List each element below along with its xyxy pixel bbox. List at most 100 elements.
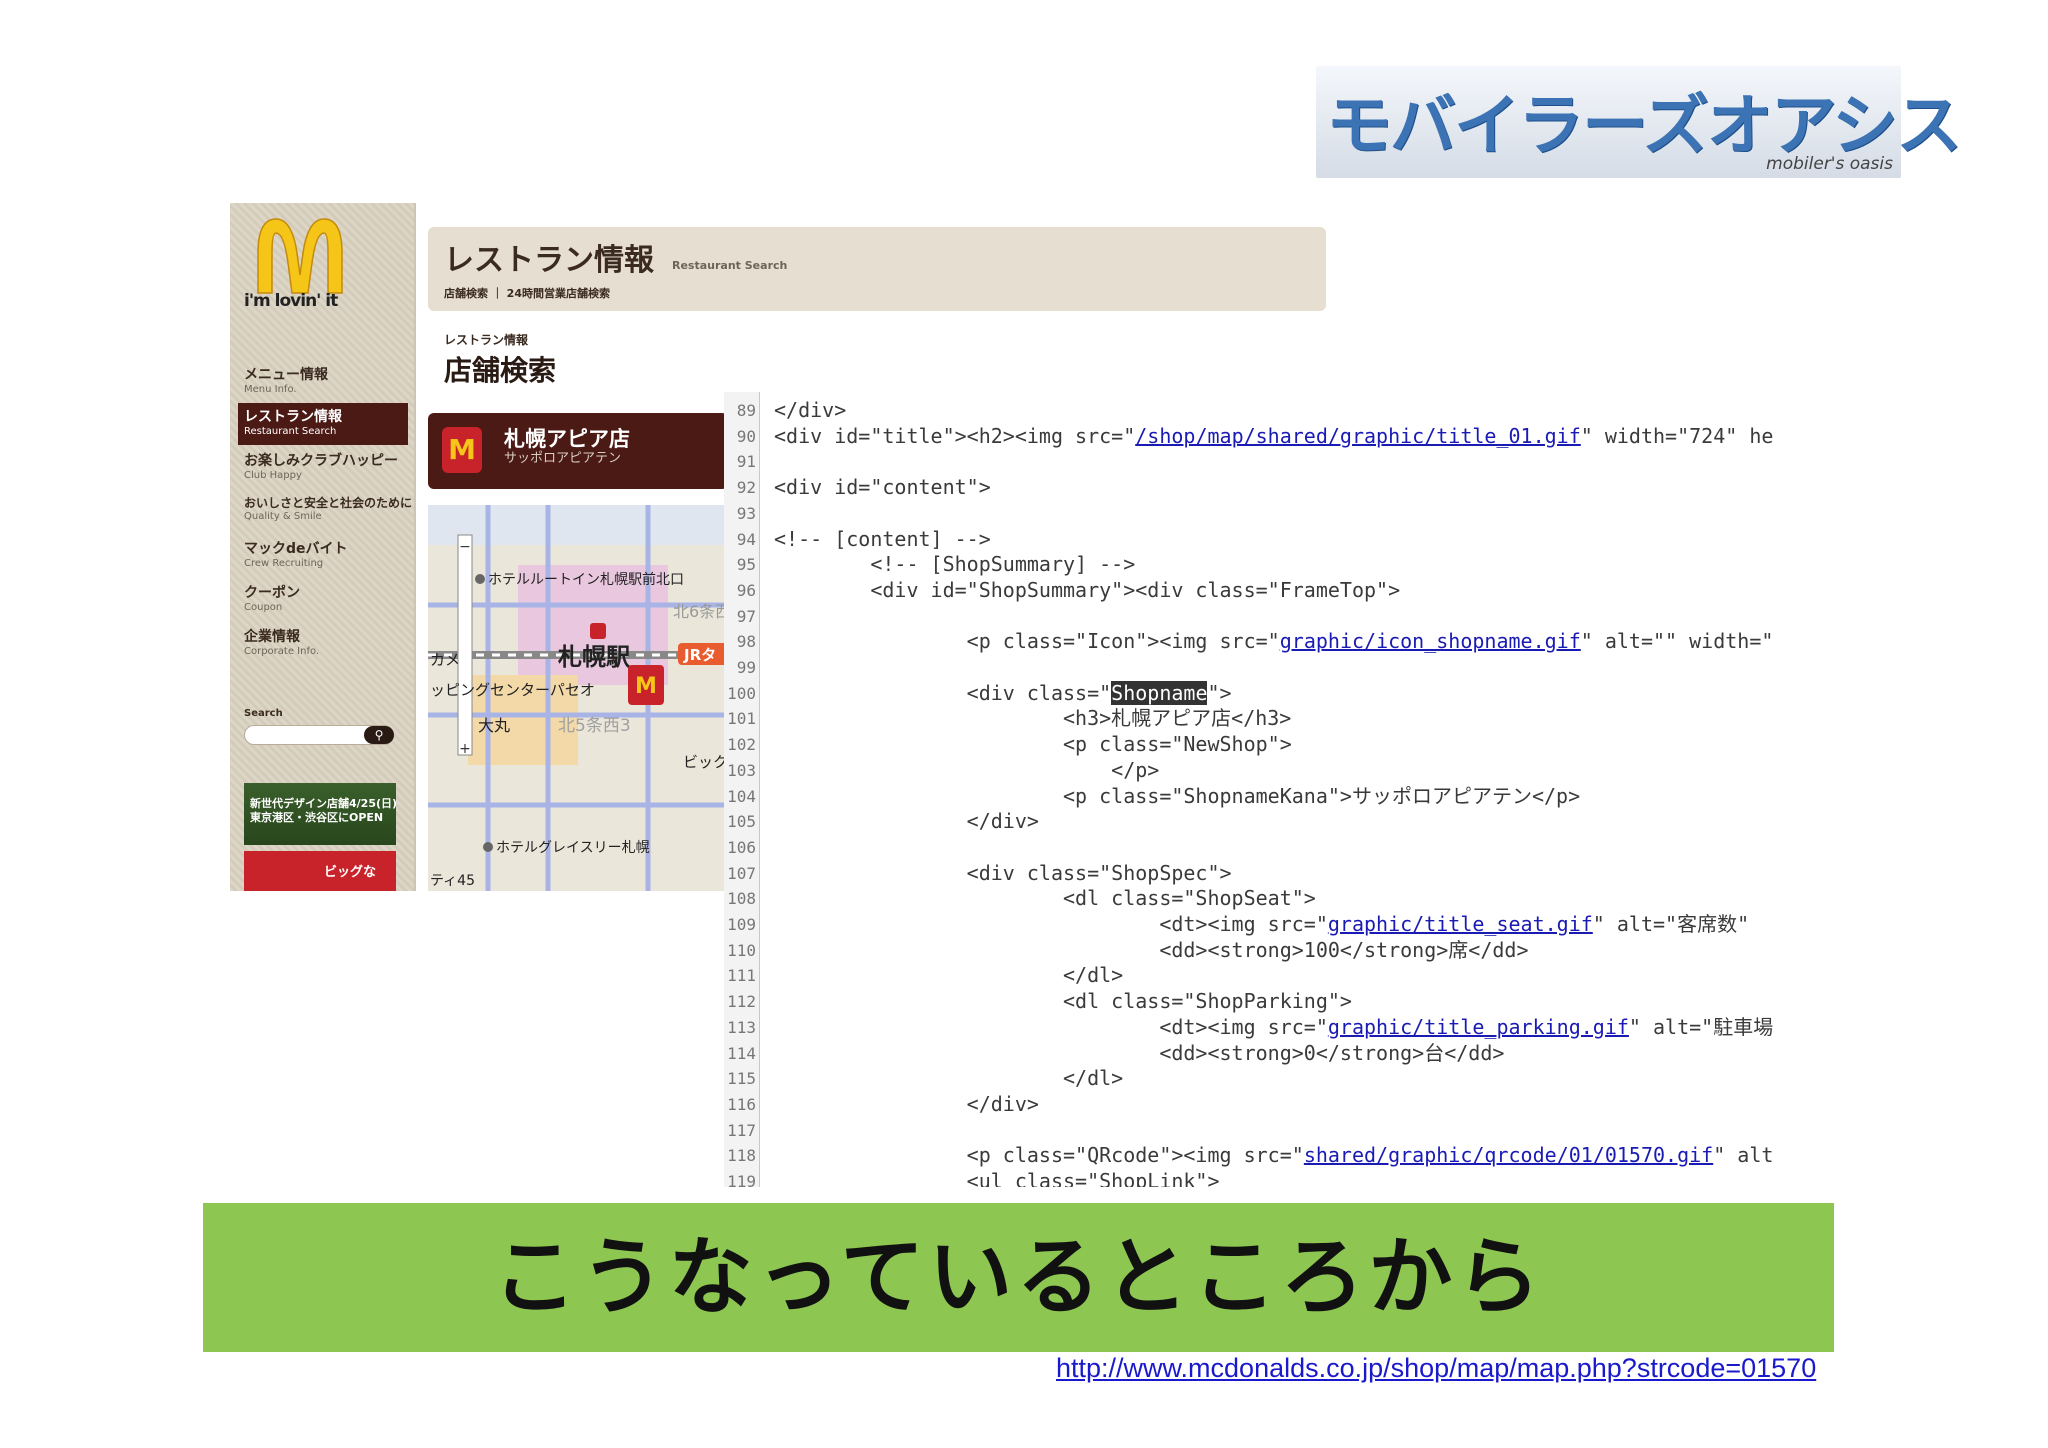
shop-summary-bar: M 札幌アピア店 サッポロアピアテン — [428, 413, 728, 489]
header-title: レストラン情報 — [444, 243, 654, 278]
line-number: 100 — [727, 683, 756, 703]
line-number: 114 — [727, 1043, 756, 1063]
mobilers-oasis-logo: モバイラーズオアシス mobiler's oasis — [1316, 66, 1962, 178]
nav-sublabel: Restaurant Search — [244, 426, 337, 437]
line-number: 117 — [727, 1120, 756, 1140]
code-line: <p class="Icon"><img src="graphic/icon_s… — [774, 629, 1774, 655]
code-line: <!-- [ShopSummary] --> — [774, 552, 1136, 577]
code-line: <h3>札幌アピア店</h3> — [774, 706, 1292, 731]
source-code-view[interactable]: 89 90 91 92 93 94 95 96 97 98 99 100 101 102 103 104 105… — [724, 392, 1828, 1187]
tagline: i'm lovin' it — [244, 291, 338, 311]
nav-label: レストラン情報 — [244, 409, 342, 425]
code-line: <dd><strong>0</strong>台</dd> — [774, 1040, 1505, 1065]
nav-sublabel: Crew Recruiting — [244, 558, 324, 569]
banner-line: 新世代デザイン店舗4/25(日) — [250, 797, 398, 810]
nav-sublabel: Quality & Smile — [244, 511, 322, 522]
code-line: <div id="ShopSummary"><div class="FrameT… — [774, 577, 1401, 602]
code-text: <p class="Icon"><img src=" — [774, 629, 1280, 654]
headline-band: こうなっているところから — [203, 1203, 1834, 1352]
line-number: 98 — [736, 632, 756, 652]
code-line: </dl> — [774, 963, 1124, 988]
nav-label: メニュー情報 — [244, 367, 328, 383]
code-line: <dl class="ShopSeat"> — [774, 886, 1316, 911]
line-number-gutter: 89 90 91 92 93 94 95 96 97 98 99 100 101 102 103 104 105… — [724, 392, 760, 1187]
search-icon[interactable]: ⚲ — [364, 726, 394, 744]
nav-item-menu[interactable]: メニュー情報 Menu Info. — [238, 361, 408, 403]
nav-item-crew[interactable]: マックdeバイト Crew Recruiting — [238, 535, 408, 577]
code-line: <div id="content"> — [774, 475, 991, 500]
code-line: <p class="QRcode"><img src="shared/graph… — [774, 1143, 1774, 1169]
map-label: 大丸 — [478, 716, 510, 735]
code-text: " alt="駐車場 — [1628, 1014, 1774, 1039]
code-line: <dd><strong>100</strong>席</dd> — [774, 937, 1529, 962]
code-text: " width="724" he — [1580, 423, 1774, 448]
nav-label: 企業情報 — [244, 629, 300, 645]
line-number: 111 — [727, 966, 756, 986]
code-text: " alt="客席数" — [1592, 912, 1750, 936]
restaurant-header: レストラン情報 Restaurant Search 店舗検索 ｜ 24時間営業店… — [428, 227, 1326, 311]
code-text: <dt><img src=" — [774, 1014, 1328, 1039]
line-number: 89 — [736, 401, 756, 420]
code-line: <p class="ShopnameKana">サッポロアピアテン</p> — [774, 783, 1581, 808]
logo-english-text: mobiler's oasis — [1766, 154, 1893, 174]
nav-item-quality[interactable]: おいしさと安全と社会のために Quality & Smile — [238, 491, 412, 533]
code-line: <div class="Shopname"> — [774, 680, 1232, 707]
page-title: 店舗検索 — [444, 354, 557, 387]
nav-label: クーポン — [244, 585, 300, 601]
code-text: <dt><img src=" — [774, 912, 1328, 936]
code-link[interactable]: shared/graphic/qrcode/01/01570.gif — [1304, 1143, 1713, 1167]
new-store-banner[interactable]: 新世代デザイン店舗4/25(日) 東京港区・渋谷区にOPEN — [244, 783, 398, 845]
map-label: 北5条西3 — [558, 716, 631, 736]
code-line: <dt><img src="graphic/title_parking.gif"… — [774, 1015, 1773, 1041]
line-number: 108 — [727, 889, 756, 909]
line-number: 91 — [736, 452, 756, 472]
code-link[interactable]: graphic/title_seat.gif — [1328, 912, 1593, 936]
code-link[interactable]: graphic/icon_shopname.gif — [1280, 629, 1581, 653]
nav-sublabel: Corporate Info. — [244, 646, 320, 657]
code-line: </dl> — [774, 1066, 1124, 1091]
map-label: ッピングセンターパセオ — [430, 681, 595, 699]
line-number: 101 — [727, 709, 756, 729]
banner-text: ビッグな — [324, 865, 377, 880]
promo-banner[interactable]: ビッグな — [244, 851, 396, 891]
nav-sublabel: Menu Info. — [244, 384, 297, 395]
code-text: " alt="" width=" — [1580, 629, 1774, 654]
source-url-link[interactable]: http://www.mcdonalds.co.jp/shop/map/map.… — [1056, 1353, 1816, 1384]
nav-label: お楽しみクラブハッピー — [244, 453, 398, 469]
line-number: 113 — [727, 1017, 756, 1037]
code-line: </p> — [774, 757, 1160, 782]
line-number: 97 — [736, 606, 756, 626]
map-label: 北6条西 — [673, 602, 728, 621]
code-line: <!-- [content] --> — [774, 526, 991, 551]
mcdonalds-m-icon: M — [442, 427, 482, 473]
line-number: 112 — [727, 992, 756, 1012]
breadcrumb: レストラン情報 — [444, 333, 529, 347]
code-link[interactable]: graphic/title_parking.gif — [1328, 1015, 1629, 1039]
svg-text:M: M — [635, 674, 657, 699]
nav-item-club-happy[interactable]: お楽しみクラブハッピー Club Happy — [238, 447, 408, 489]
store-map[interactable]: − + ホテルルートイン札幌駅前北口 北6条西 札幌駅 JRタ カメ ッピングセ… — [428, 505, 728, 891]
map-label: ビック — [683, 753, 728, 771]
site-sidebar: i'm lovin' it メニュー情報 Menu Info. レストラン情報 … — [230, 203, 414, 891]
golden-arches-logo — [257, 218, 343, 294]
line-number: 106 — [727, 837, 756, 857]
header-subtitle: Restaurant Search — [672, 259, 788, 272]
line-number: 116 — [727, 1094, 756, 1114]
line-number: 90 — [736, 426, 756, 446]
code-highlight: Shopname — [1111, 680, 1208, 705]
line-number: 107 — [727, 863, 756, 883]
code-link[interactable]: /shop/map/shared/graphic/title_01.gif — [1135, 424, 1581, 448]
header-links[interactable]: 店舗検索 ｜ 24時間営業店舗検索 — [444, 285, 610, 301]
line-number: 109 — [727, 915, 756, 934]
code-line: <div id="title"><h2><img src="/shop/map/… — [774, 424, 1773, 450]
line-number: 96 — [736, 580, 756, 600]
nav-label: マックdeバイト — [244, 541, 348, 557]
nav-item-restaurant[interactable]: レストラン情報 Restaurant Search — [238, 403, 408, 445]
nav-sublabel: Club Happy — [244, 470, 302, 481]
map-label: ホテルルートイン札幌駅前北口 — [488, 571, 684, 588]
line-number: 118 — [727, 1146, 756, 1166]
nav-item-coupon[interactable]: クーポン Coupon — [238, 579, 408, 621]
nav-item-corporate[interactable]: 企業情報 Corporate Info. — [238, 623, 408, 665]
line-number: 93 — [736, 503, 756, 523]
map-label: 札幌駅 — [557, 643, 630, 671]
